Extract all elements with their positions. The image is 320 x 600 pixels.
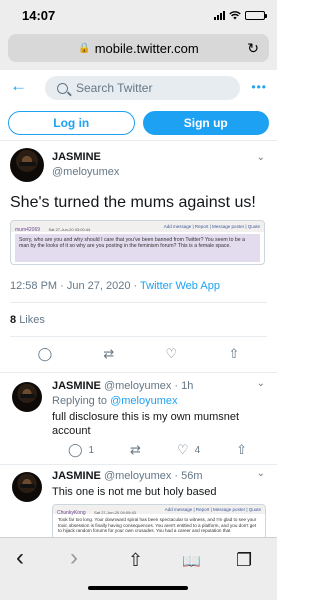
search-input[interactable]: Search Twitter <box>45 76 240 100</box>
search-placeholder: Search Twitter <box>76 81 153 95</box>
share-icon[interactable]: ⇧ <box>236 442 247 458</box>
wifi-icon <box>229 10 241 19</box>
search-icon <box>57 82 68 94</box>
tweet-timestamp: 12:58 PM · Jun 27, 2020 · Twitter Web Ap… <box>10 280 220 292</box>
replying-to: Replying to @meloyumex <box>52 395 178 407</box>
retweet-icon[interactable]: ⇄ <box>103 346 114 362</box>
author-name[interactable]: JASMINE <box>52 380 101 392</box>
reply-text: This one is not me but holy based <box>52 486 217 498</box>
lock-icon: 🔒 <box>78 42 91 54</box>
author-handle[interactable]: @meloyumex · 1h <box>104 380 193 392</box>
retweet-icon[interactable]: ⇄ <box>130 442 141 458</box>
like-count: 4 <box>194 444 201 456</box>
share-sheet-icon[interactable]: ⇧ <box>128 550 143 571</box>
reply-icon: ◯ <box>67 442 83 457</box>
browser-back-icon[interactable]: ‹ <box>16 544 24 572</box>
likes-label: Likes <box>19 314 45 326</box>
like-button[interactable]: ♡ 4 <box>177 442 200 458</box>
status-bar: 14:07 <box>0 0 277 30</box>
tweet-actions: ◯ ⇄ ♡ ⇧ <box>0 346 277 362</box>
reply-icon[interactable]: ◯ <box>38 346 53 362</box>
timestamp-text: 12:58 PM · Jun 27, 2020 · <box>10 280 141 292</box>
more-options-icon[interactable]: ••• <box>251 80 267 94</box>
forum-username: ChunkyKong <box>57 509 86 516</box>
author-name[interactable]: JASMINE <box>52 151 101 163</box>
replying-handle[interactable]: @meloyumex <box>110 395 177 407</box>
status-clock: 14:07 <box>22 7 56 23</box>
signal-icon <box>214 10 225 20</box>
likes-count[interactable]: 8 Likes <box>10 314 45 326</box>
author-name[interactable]: JASMINE <box>52 470 101 482</box>
chevron-down-icon[interactable]: ⌄ <box>257 378 265 389</box>
avatar[interactable] <box>12 472 42 502</box>
signup-button[interactable]: Sign up <box>142 111 269 135</box>
share-icon[interactable]: ⇧ <box>228 346 239 362</box>
author-handle[interactable]: @meloyumex · 56m <box>104 470 203 482</box>
reload-icon[interactable]: ↻ <box>247 40 259 57</box>
forum-post-header: mum42069 Sat 27-Jun-20 03:00:44 Add mess… <box>11 221 264 233</box>
browser-forward-icon[interactable]: › <box>70 544 78 572</box>
login-button[interactable]: Log in <box>8 111 135 135</box>
avatar[interactable] <box>12 382 42 412</box>
reply-actions: ◯ 1 ⇄ ♡ 4 ⇧ <box>0 442 277 458</box>
source-link[interactable]: Twitter Web App <box>140 280 220 292</box>
forum-post-header: ChunkyKong Sat 27-Jun-20 04:09:43 Add me… <box>53 505 265 516</box>
url-label: mobile.twitter.com <box>94 40 199 56</box>
twitter-header: ← Search Twitter ••• <box>0 72 277 104</box>
forum-date: Sat 27-Jun-20 03:00:44 <box>48 226 91 232</box>
auth-buttons: Log in Sign up <box>8 111 269 135</box>
browser-toolbar: ‹ › ⇧ 📖 ❐ <box>0 537 277 600</box>
url-text: 🔒 mobile.twitter.com <box>78 41 199 56</box>
status-icons <box>214 10 267 20</box>
reply-button[interactable]: ◯ 1 <box>68 442 94 458</box>
author-handle[interactable]: @meloyumex <box>52 166 119 178</box>
browser-chrome: 14:07 🔒 mobile.twitter.com ↻ <box>0 0 277 70</box>
divider <box>10 336 267 337</box>
divider <box>0 464 277 465</box>
chevron-down-icon[interactable]: ⌄ <box>257 468 265 479</box>
like-icon[interactable]: ♡ <box>166 346 178 362</box>
reply-count: 1 <box>88 444 95 456</box>
forum-actions: Add message | Report | Message poster | … <box>164 507 261 512</box>
tabs-icon[interactable]: ❐ <box>236 550 252 571</box>
divider <box>0 140 277 141</box>
battery-icon <box>245 10 267 20</box>
bookmarks-icon[interactable]: 📖 <box>182 552 201 570</box>
divider <box>0 372 277 373</box>
reply-header: JASMINE @meloyumex · 56m <box>52 470 203 482</box>
replying-prefix: Replying to <box>52 395 111 407</box>
tweet-text: She's turned the mums against us! <box>10 194 256 211</box>
back-arrow-icon[interactable]: ← <box>10 76 27 96</box>
likes-number: 8 <box>10 314 17 326</box>
forum-actions: Add message | Report | Message poster | … <box>163 224 260 229</box>
reply-header: JASMINE @meloyumex · 1h <box>52 380 193 392</box>
forum-date: Sat 27-Jun-20 04:09:43 <box>94 509 136 515</box>
url-bar[interactable]: 🔒 mobile.twitter.com ↻ <box>8 34 269 62</box>
chevron-down-icon[interactable]: ⌄ <box>257 152 265 163</box>
home-indicator <box>88 586 188 590</box>
tweet-image[interactable]: mum42069 Sat 27-Jun-20 03:00:44 Add mess… <box>10 220 265 265</box>
divider <box>10 302 267 303</box>
reply-text: full disclosure this is my own mumsnet a… <box>52 411 240 437</box>
like-icon: ♡ <box>176 442 189 457</box>
forum-post-body: Sorry, who are you and why should I care… <box>15 234 260 262</box>
forum-username: mum42069 <box>15 226 41 233</box>
avatar[interactable] <box>10 148 44 182</box>
